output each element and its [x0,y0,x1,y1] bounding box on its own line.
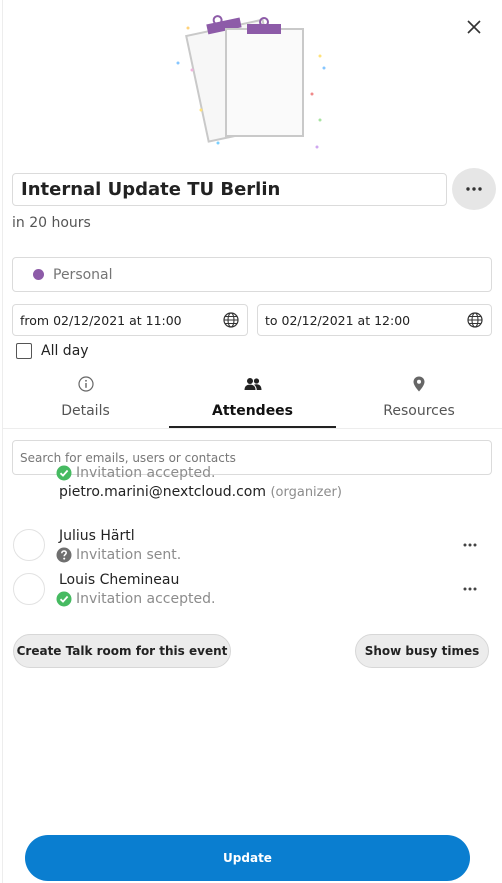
attendee-status: Invitation sent. [56,547,181,563]
globe-icon[interactable] [467,312,483,328]
tab-attendees-label: Attendees [211,403,294,419]
attendee-actions-button[interactable] [455,579,485,599]
organizer-row: pietro.marini@nextcloud.com (organizer) [59,484,342,500]
tabs-divider [2,428,502,429]
question-circle-icon [56,547,72,563]
sidebar-left-border [2,0,3,883]
tab-details-label: Details [61,403,110,419]
organizer-status: Invitation accepted. [56,465,215,481]
avatar [13,529,45,561]
event-title-input[interactable] [12,173,447,206]
sidebar-tabs: Details Attendees Resources [2,370,502,428]
show-busy-times-button[interactable]: Show busy times [355,634,489,668]
info-icon [77,376,94,392]
close-icon [467,20,481,34]
attendee-name: Julius Härtl [59,528,135,544]
tab-resources[interactable]: Resources [336,370,502,428]
more-horizontal-icon [463,587,477,591]
start-date-field[interactable]: from 02/12/2021 at 11:00 [12,304,248,336]
clipboard-illustration [176,15,326,149]
tab-resources-label: Resources [383,403,455,419]
more-horizontal-icon [466,187,482,191]
end-date-text: to 02/12/2021 at 12:00 [265,312,411,328]
tab-attendees[interactable]: Attendees [169,370,336,428]
create-talk-room-button[interactable]: Create Talk room for this event [13,634,231,668]
calendar-picker[interactable]: Personal [12,257,492,292]
calendar-name: Personal [53,266,113,283]
organizer-email: pietro.marini@nextcloud.com [59,484,266,500]
event-actions-button[interactable] [452,168,496,210]
attendee-status-text: Invitation accepted. [76,591,216,607]
more-horizontal-icon [463,543,477,547]
organizer-tag: (organizer) [270,485,342,500]
calendar-color-dot [33,269,44,280]
update-button[interactable]: Update [25,835,470,881]
start-date-text: from 02/12/2021 at 11:00 [20,312,182,328]
close-button[interactable] [460,13,488,41]
relative-time-text: in 20 hours [12,215,91,231]
end-date-field[interactable]: to 02/12/2021 at 12:00 [257,304,492,336]
check-circle-icon [56,591,72,607]
attendee-actions-button[interactable] [455,535,485,555]
all-day-label: All day [41,343,89,359]
organizer-status-text: Invitation accepted. [76,465,216,481]
tab-details[interactable]: Details [2,370,169,428]
attendee-status-text: Invitation sent. [76,547,182,563]
globe-icon[interactable] [223,312,239,328]
attendee-name: Louis Chemineau [59,572,180,588]
location-pin-icon [413,376,425,392]
all-day-toggle[interactable]: All day [16,343,89,359]
check-circle-icon [56,465,72,481]
attendee-status: Invitation accepted. [56,591,215,607]
people-icon [244,378,261,390]
all-day-checkbox[interactable] [16,343,32,359]
avatar [13,573,45,605]
